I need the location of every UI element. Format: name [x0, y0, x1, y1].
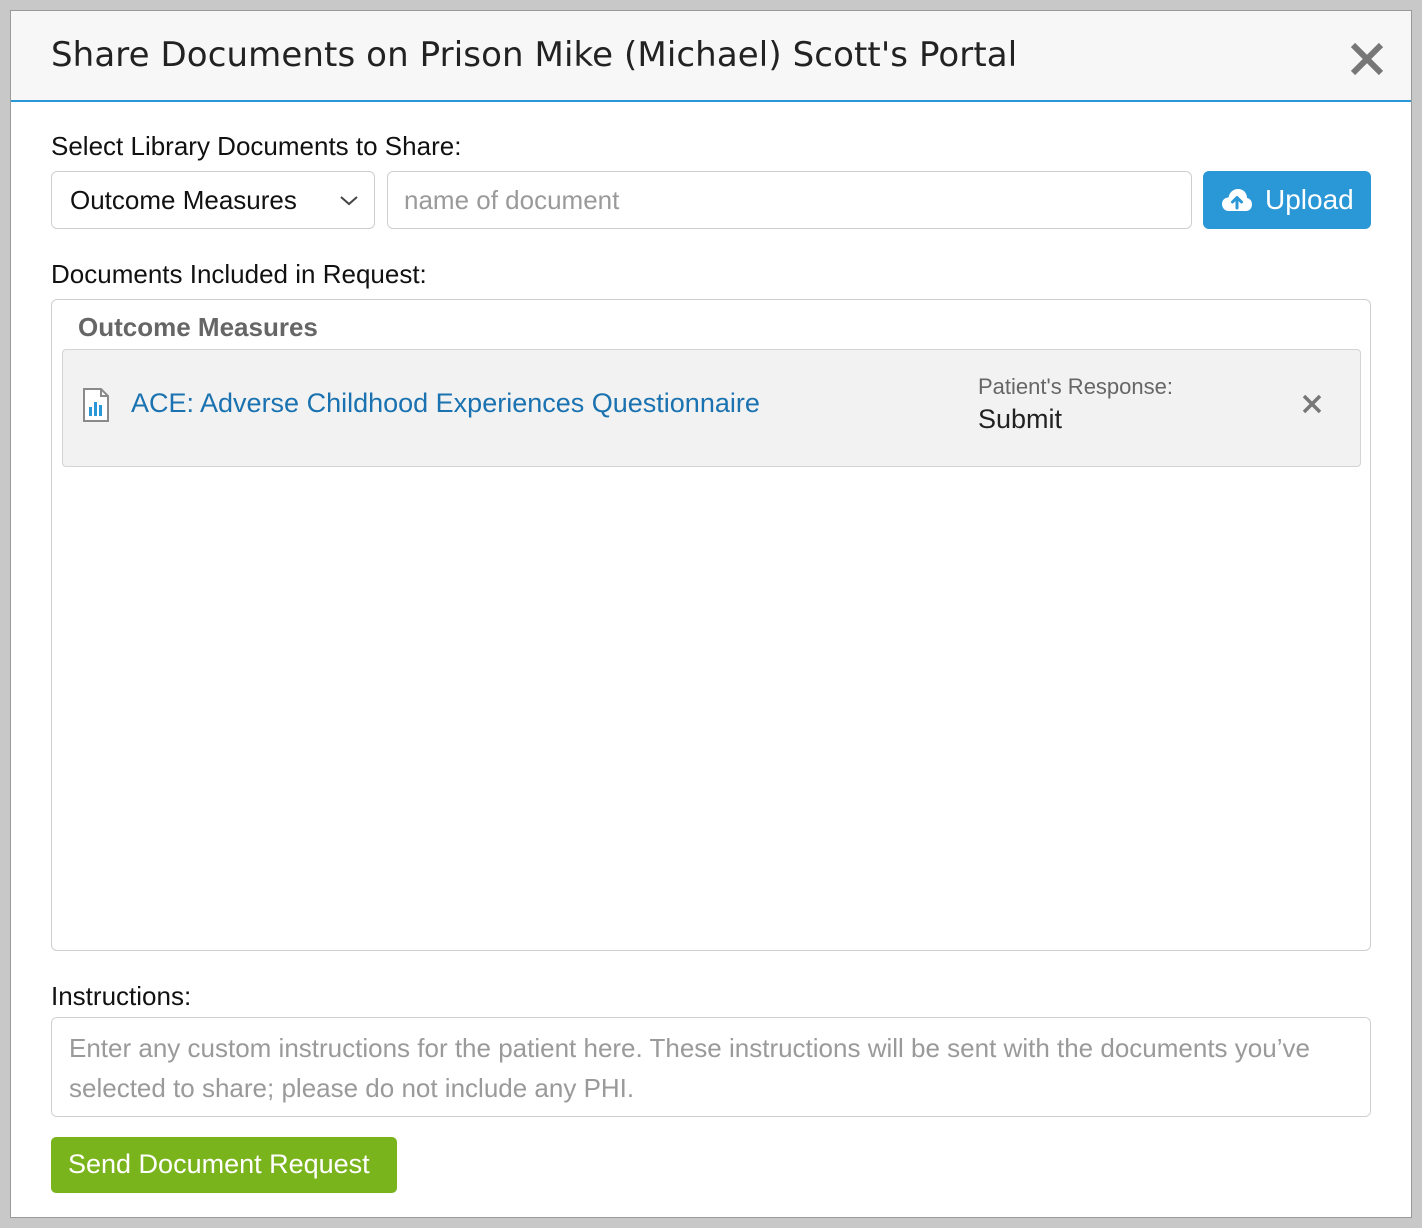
instructions-label: Instructions:: [51, 981, 192, 1011]
send-button-label: Send Document Request: [68, 1149, 370, 1179]
document-row: ACE: Adverse Childhood Experiences Quest…: [62, 349, 1361, 467]
share-documents-modal: Share Documents on Prison Mike (Michael)…: [10, 10, 1412, 1218]
patient-response-label: Patient's Response:: [978, 374, 1173, 399]
close-icon: [1302, 394, 1322, 414]
patient-response-value: Submit: [978, 404, 1063, 434]
cloud-upload-icon: [1222, 189, 1252, 211]
included-documents-list: Outcome Measures ACE: Adverse Childhood …: [51, 299, 1371, 951]
chart-document-icon: [83, 388, 109, 422]
document-search-input[interactable]: [387, 171, 1192, 229]
modal-title: Share Documents on Prison Mike (Michael)…: [51, 35, 1018, 75]
group-heading: Outcome Measures: [78, 312, 318, 342]
close-button[interactable]: [1349, 41, 1385, 77]
document-link[interactable]: ACE: Adverse Childhood Experiences Quest…: [131, 388, 760, 419]
modal-header: Share Documents on Prison Mike (Michael)…: [11, 11, 1411, 102]
send-document-request-button[interactable]: Send Document Request: [51, 1137, 397, 1193]
library-label: Select Library Documents to Share:: [51, 131, 462, 161]
category-select[interactable]: Outcome Measures: [51, 171, 375, 229]
category-select-value: Outcome Measures: [70, 185, 297, 215]
upload-button-label: Upload: [1265, 184, 1354, 215]
included-label: Documents Included in Request:: [51, 259, 427, 289]
remove-document-button[interactable]: [1300, 392, 1324, 416]
chevron-down-icon: [340, 196, 358, 206]
upload-button[interactable]: Upload: [1203, 171, 1371, 229]
close-icon: [1350, 42, 1384, 76]
instructions-textarea[interactable]: [51, 1017, 1371, 1117]
